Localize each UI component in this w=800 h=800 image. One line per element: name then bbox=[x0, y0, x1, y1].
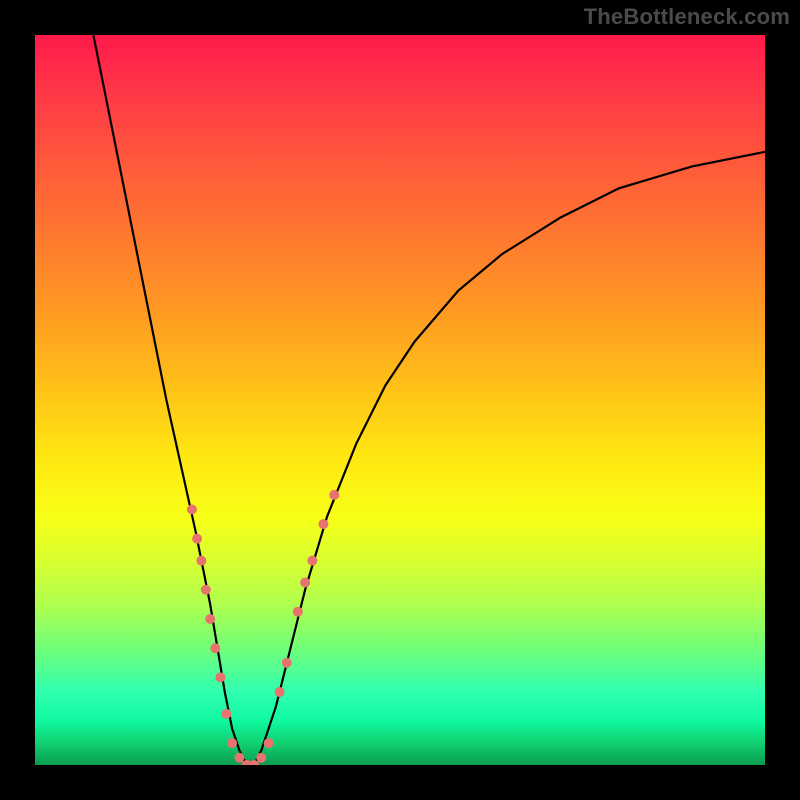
curve-svg bbox=[35, 35, 765, 765]
highlight-dot bbox=[300, 578, 310, 588]
highlight-dot bbox=[215, 672, 225, 682]
plot-area bbox=[35, 35, 765, 765]
highlight-dot bbox=[307, 556, 317, 566]
highlight-dot bbox=[293, 607, 303, 617]
highlight-dot bbox=[201, 585, 211, 595]
highlight-dot bbox=[256, 753, 266, 763]
highlight-dot bbox=[221, 709, 231, 719]
highlight-dots-group bbox=[187, 490, 339, 765]
highlight-dot bbox=[187, 505, 197, 515]
highlight-dot bbox=[275, 687, 285, 697]
highlight-dot bbox=[329, 490, 339, 500]
highlight-dot bbox=[196, 556, 206, 566]
highlight-dot bbox=[205, 614, 215, 624]
highlight-dot bbox=[234, 753, 244, 763]
chart-frame: TheBottleneck.com bbox=[0, 0, 800, 800]
highlight-dot bbox=[264, 738, 274, 748]
highlight-dot bbox=[282, 658, 292, 668]
watermark-text: TheBottleneck.com bbox=[584, 4, 790, 30]
highlight-dot bbox=[210, 643, 220, 653]
highlight-dot bbox=[318, 519, 328, 529]
bottleneck-curve bbox=[93, 35, 765, 765]
highlight-dot bbox=[192, 534, 202, 544]
highlight-dot bbox=[227, 738, 237, 748]
